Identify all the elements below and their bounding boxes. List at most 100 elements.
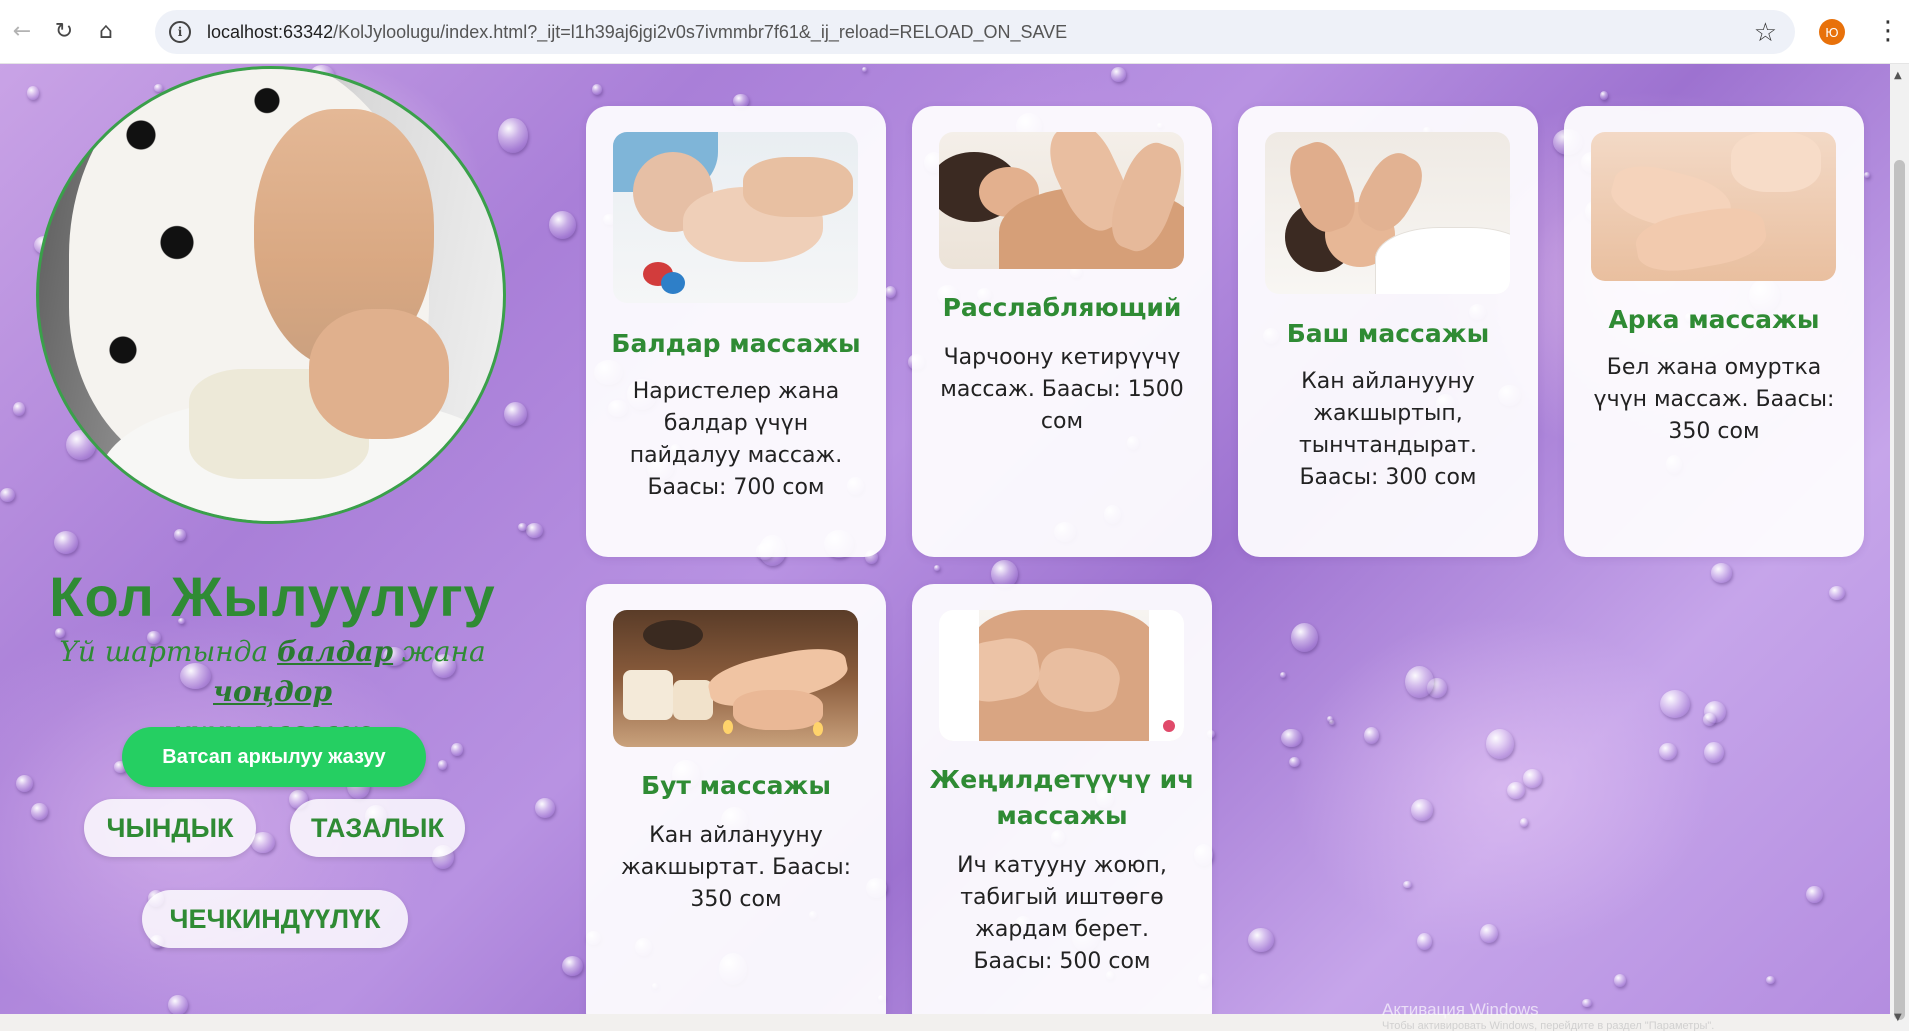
profile-photo xyxy=(36,66,506,524)
service-card-relaxing[interactable]: Расслабляющий Чарчоону кетирүүчү массаж.… xyxy=(912,106,1212,557)
water-drop xyxy=(26,85,40,101)
back-arrow-icon[interactable]: ← xyxy=(4,14,40,50)
back-massage-photo xyxy=(1591,132,1836,281)
water-drop xyxy=(174,529,186,541)
water-drop xyxy=(1485,729,1515,760)
service-title: Арка массажы xyxy=(1608,305,1820,334)
os-activation-watermark: Активация Windows xyxy=(1382,1000,1539,1019)
water-drop xyxy=(1289,757,1301,768)
site-info-icon[interactable]: i xyxy=(169,21,191,43)
whatsapp-button[interactable]: Ватсап аркылуу жазуу xyxy=(122,727,426,787)
water-drop xyxy=(884,285,897,299)
water-drop xyxy=(0,487,16,502)
service-description: Ич катууну жоюп, табигый иштөөгө жардам … xyxy=(957,853,1167,974)
service-description: Наристелер жана балдар үчүн пайдалуу мас… xyxy=(629,379,843,500)
value-badge-honesty: ЧЫНДЫК xyxy=(84,799,256,857)
water-drop xyxy=(1863,171,1870,179)
water-drop xyxy=(1290,623,1318,652)
water-drop xyxy=(534,798,556,819)
scroll-up-arrow-icon[interactable]: ▲ xyxy=(1894,70,1902,81)
subtitle-link-children[interactable]: балдар xyxy=(277,635,393,668)
head-massage-photo xyxy=(1265,132,1510,294)
water-drop xyxy=(1522,769,1543,788)
water-drop xyxy=(1248,927,1274,952)
value-badge-cleanliness: ТАЗАЛЫК xyxy=(290,799,465,857)
service-card-children[interactable]: Балдар массажы Наристелер жана балдар үч… xyxy=(586,106,886,557)
service-title: Баш массажы xyxy=(1286,319,1490,348)
profile-avatar[interactable]: Ю xyxy=(1819,19,1845,45)
water-drop xyxy=(933,564,941,571)
star-icon[interactable]: ☆ xyxy=(1754,18,1777,48)
water-drop xyxy=(437,759,448,770)
water-drop xyxy=(1281,728,1302,748)
service-card-back[interactable]: Арка массажы Бел жана омуртка үчүн масса… xyxy=(1564,106,1864,557)
page-scrollbar[interactable]: ▲ ▼ xyxy=(1890,64,1909,1031)
service-card-head[interactable]: Баш массажы Кан айланууну жакшыртып, тын… xyxy=(1238,106,1538,557)
os-activation-hint: Чтобы активировать Windows, перейдите в … xyxy=(1382,1020,1715,1031)
kebab-menu-icon[interactable]: ⋮ xyxy=(1875,18,1901,44)
scroll-down-arrow-icon[interactable]: ▼ xyxy=(1894,1012,1902,1023)
water-drop xyxy=(548,210,577,239)
water-drop xyxy=(1600,91,1609,101)
value-badge-determination: ЧЕЧКИНДҮҮЛҮК xyxy=(142,890,408,948)
page-viewport: Кол Жылуулугу Үй шартында балдар жана чо… xyxy=(0,64,1890,1014)
service-title: Жеңилдетүүчү ич массажы xyxy=(929,765,1195,830)
service-card-belly[interactable]: Жеңилдетүүчү ич массажы Ич катууну жоюп,… xyxy=(912,584,1212,1014)
relaxing-massage-photo xyxy=(939,132,1184,269)
water-drop xyxy=(31,803,48,820)
service-description: Чарчоону кетирүүчү массаж. Баасы: 1500 с… xyxy=(940,345,1184,434)
water-drop xyxy=(561,955,584,977)
url-host: localhost:63342 xyxy=(207,21,334,42)
brand-title: Кол Жылуулугу xyxy=(49,565,496,628)
water-drop xyxy=(1658,742,1678,761)
home-icon[interactable]: ⌂ xyxy=(88,14,124,50)
water-drop xyxy=(1280,672,1287,679)
water-drop xyxy=(1363,727,1379,745)
water-drop xyxy=(503,401,528,427)
water-drop xyxy=(1703,741,1724,764)
water-drop xyxy=(1327,715,1333,722)
water-drop xyxy=(525,523,544,539)
water-drop xyxy=(591,84,603,95)
reload-icon[interactable]: ↻ xyxy=(46,14,82,50)
service-description: Кан айланууну жакшыртып, тынчтандырат. Б… xyxy=(1298,369,1478,490)
water-drop xyxy=(1417,933,1433,950)
scrollbar-thumb[interactable] xyxy=(1894,160,1905,1020)
water-drop xyxy=(1806,885,1823,903)
water-drop xyxy=(1403,880,1412,888)
subtitle-text-1: Үй шартында xyxy=(59,635,278,668)
service-title: Бут массажы xyxy=(641,771,831,800)
water-drop xyxy=(1480,923,1499,943)
water-drop xyxy=(1765,975,1776,984)
water-drop xyxy=(54,531,79,554)
water-drop xyxy=(1506,781,1526,800)
service-title: Балдар массажы xyxy=(611,329,861,358)
foot-massage-photo xyxy=(613,610,858,747)
water-drop xyxy=(1613,974,1626,988)
belly-massage-photo xyxy=(939,610,1184,741)
browser-toolbar: ← ↻ ⌂ i localhost:63342/KolJyloolugu/ind… xyxy=(0,0,1909,64)
address-bar[interactable]: i localhost:63342/KolJyloolugu/index.htm… xyxy=(155,10,1795,54)
service-description: Кан айланууну жакшыртат. Баасы: 350 сом xyxy=(620,823,852,912)
water-drop xyxy=(1710,563,1733,583)
water-drop xyxy=(13,402,26,416)
water-drop xyxy=(1111,67,1127,82)
water-drop xyxy=(862,67,868,73)
children-massage-photo xyxy=(613,132,858,303)
water-drop xyxy=(1411,799,1434,821)
url-path: /KolJyloolugu/index.html?_ijt=l1h39aj6jg… xyxy=(333,21,1068,42)
url-text[interactable]: localhost:63342/KolJyloolugu/index.html?… xyxy=(207,22,1067,43)
service-description: Бел жана омуртка үчүн массаж. Баасы: 350… xyxy=(1593,355,1835,444)
water-drop xyxy=(1703,713,1717,726)
service-title: Расслабляющий xyxy=(942,293,1182,322)
water-drop xyxy=(1659,689,1690,718)
water-drop xyxy=(497,118,528,154)
subtitle-text-2: жана xyxy=(393,635,486,668)
subtitle-link-adults[interactable]: чоңдор xyxy=(213,675,332,708)
water-drop xyxy=(1405,665,1435,699)
water-drop xyxy=(15,774,34,792)
water-drop xyxy=(1582,999,1592,1008)
service-card-foot[interactable]: Бут массажы Кан айланууну жакшыртат. Баа… xyxy=(586,584,886,1014)
water-drop xyxy=(1828,585,1846,600)
water-drop xyxy=(1519,817,1528,827)
